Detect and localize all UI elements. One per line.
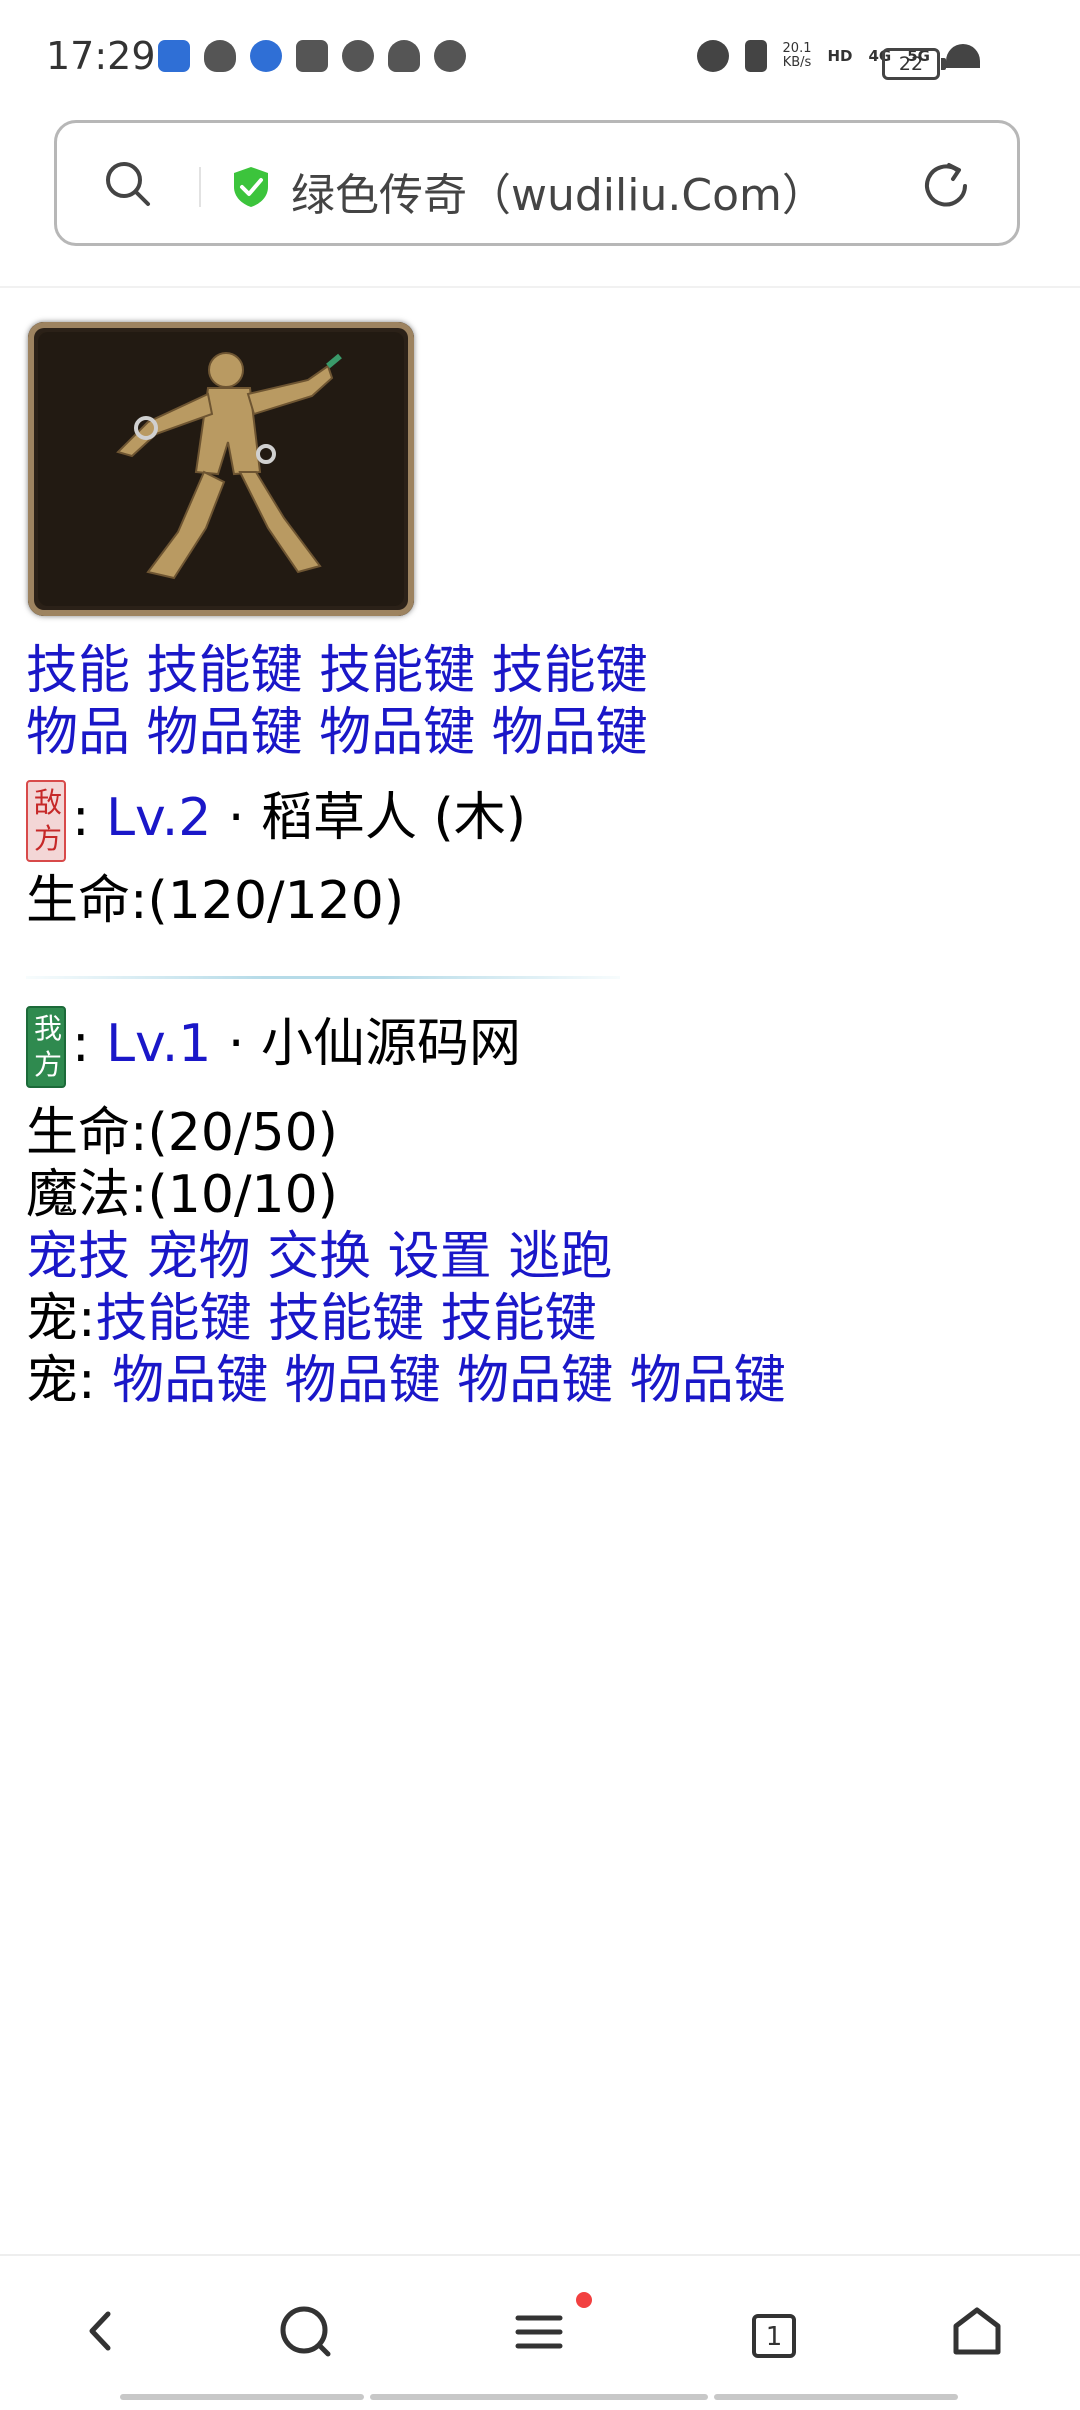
pet-skill-key-1[interactable]: 技能键 bbox=[96, 1289, 252, 1349]
menu-icon[interactable] bbox=[504, 2296, 574, 2366]
qq-browser-icon bbox=[250, 40, 282, 72]
scarecrow-figure bbox=[38, 332, 404, 606]
pet-items-row: 宠: 物品键 物品键 物品键 物品键 bbox=[26, 1350, 786, 1412]
monster-portrait bbox=[28, 322, 414, 616]
item-key-3[interactable]: 物品键 bbox=[492, 703, 648, 763]
shield-check-icon bbox=[234, 167, 268, 207]
status-time: 17:29 bbox=[46, 34, 156, 78]
enemy-badge: 敌 方 bbox=[26, 780, 66, 862]
notification-dot bbox=[576, 2292, 592, 2308]
hd-indicator: HD bbox=[827, 47, 853, 65]
search-icon[interactable] bbox=[270, 2296, 340, 2366]
gesture-bar-center bbox=[370, 2394, 708, 2400]
pet-item-key-3[interactable]: 物品键 bbox=[457, 1351, 613, 1411]
items-row: 物品 物品键 物品键 物品键 bbox=[26, 702, 648, 764]
pet-item-key-2[interactable]: 物品键 bbox=[285, 1351, 441, 1411]
player-level[interactable]: Lv.1 bbox=[106, 1014, 211, 1074]
action-row: 宠技 宠物 交换 设置 逃跑 bbox=[26, 1226, 612, 1288]
player-hp: 生命:(20/50) bbox=[26, 1103, 338, 1163]
skills-row: 技能 技能键 技能键 技能键 bbox=[26, 640, 648, 702]
player-badge: 我 方 bbox=[26, 1006, 66, 1088]
notification-icons bbox=[158, 40, 466, 72]
qq-icon bbox=[204, 40, 236, 72]
pet-item-key-4[interactable]: 物品键 bbox=[630, 1351, 786, 1411]
bluetooth-icon bbox=[744, 40, 767, 72]
settings-button[interactable]: 设置 bbox=[388, 1227, 492, 1287]
reload-icon[interactable] bbox=[919, 159, 973, 213]
pet-items-prefix: 宠: bbox=[26, 1351, 96, 1411]
gesture-bar-left bbox=[120, 2394, 364, 2400]
cloud-icon bbox=[388, 40, 420, 72]
enemy-hp: 生命:(120/120) bbox=[26, 871, 405, 931]
pet-app-icon bbox=[434, 40, 466, 72]
address-divider bbox=[199, 167, 201, 207]
battle-divider bbox=[26, 976, 620, 979]
player-colon: : bbox=[72, 1014, 90, 1074]
enemy-level[interactable]: Lv.2 bbox=[106, 788, 211, 848]
gesture-bar-right bbox=[714, 2394, 958, 2400]
swap-button[interactable]: 交换 bbox=[267, 1227, 371, 1287]
wifi-icon bbox=[946, 44, 980, 68]
flee-button[interactable]: 逃跑 bbox=[508, 1227, 612, 1287]
app-notification-icon bbox=[158, 40, 190, 72]
address-bar[interactable]: 绿色传奇（wudiliu.Com） bbox=[54, 120, 1020, 246]
skill-key-1[interactable]: 技能键 bbox=[147, 641, 303, 701]
pet-skills-row: 宠:技能键 技能键 技能键 bbox=[26, 1288, 597, 1350]
status-bar: 17:29 20.1 KB/s HD 4G 5G 22 bbox=[0, 0, 1080, 120]
pet-skill-key-2[interactable]: 技能键 bbox=[268, 1289, 424, 1349]
pet-button[interactable]: 宠物 bbox=[147, 1227, 251, 1287]
alarm-icon bbox=[696, 40, 729, 72]
back-icon[interactable] bbox=[66, 2296, 136, 2366]
enemy-dot: · bbox=[227, 788, 245, 848]
bottom-navigation: 1 bbox=[0, 2254, 1080, 2410]
pet-skill-key-3[interactable]: 技能键 bbox=[441, 1289, 597, 1349]
battery-icon: 22 bbox=[882, 48, 946, 80]
enemy-name: 稻草人 (木) bbox=[260, 788, 527, 848]
player-mp: 魔法:(10/10) bbox=[26, 1165, 338, 1225]
skill-link[interactable]: 技能 bbox=[26, 641, 130, 701]
pet-skill-button[interactable]: 宠技 bbox=[26, 1227, 130, 1287]
home-icon[interactable] bbox=[942, 2296, 1012, 2366]
item-key-2[interactable]: 物品键 bbox=[319, 703, 475, 763]
pet-item-key-1[interactable]: 物品键 bbox=[112, 1351, 268, 1411]
skill-key-2[interactable]: 技能键 bbox=[319, 641, 475, 701]
pet-skills-prefix: 宠: bbox=[26, 1289, 96, 1349]
player-name: 小仙源码网 bbox=[260, 1014, 521, 1074]
search-icon[interactable] bbox=[103, 159, 153, 209]
chat-icon bbox=[342, 40, 374, 72]
item-key-1[interactable]: 物品键 bbox=[147, 703, 303, 763]
net-speed: 20.1 KB/s bbox=[782, 41, 812, 70]
header-divider bbox=[0, 286, 1080, 288]
player-info: 我 方 : Lv.1 · 小仙源码网 bbox=[26, 1002, 521, 1088]
skill-key-3[interactable]: 技能键 bbox=[492, 641, 648, 701]
player-dot: · bbox=[227, 1014, 245, 1074]
send-icon bbox=[296, 40, 328, 72]
enemy-colon: : bbox=[72, 788, 90, 848]
tabs-icon[interactable]: 1 bbox=[752, 2314, 796, 2358]
item-link[interactable]: 物品 bbox=[26, 703, 130, 763]
page-title[interactable]: 绿色传奇（wudiliu.Com） bbox=[291, 159, 826, 223]
enemy-info: 敌 方 : Lv.2 · 稻草人 (木) bbox=[26, 776, 526, 862]
